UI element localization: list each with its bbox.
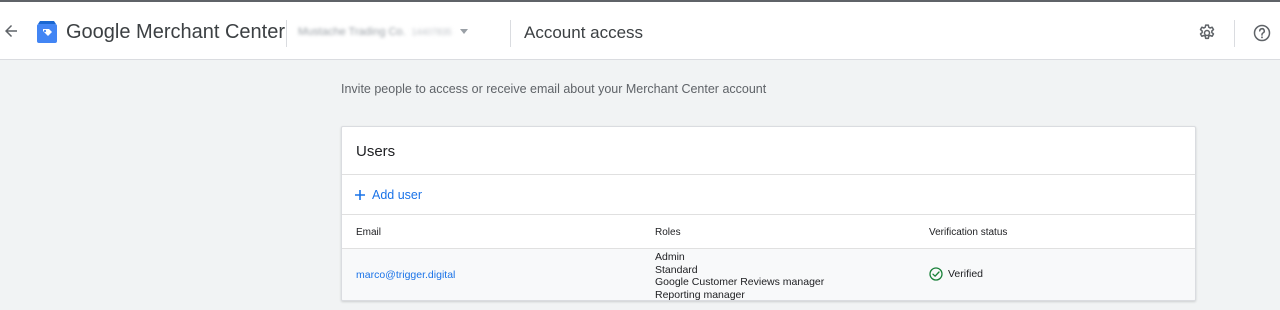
role-item: Google Customer Reviews manager — [655, 276, 825, 288]
account-selector[interactable]: Mustache Trading Co. 14407835 — [298, 26, 468, 38]
column-header-roles: Roles — [655, 227, 681, 238]
table-row[interactable]: marco@trigger.digital Admin Standard Goo… — [342, 249, 1195, 301]
users-table-header: Email Roles Verification status — [342, 215, 1195, 249]
page-title: Account access — [524, 23, 644, 42]
back-arrow-icon[interactable] — [2, 22, 20, 40]
users-card: Users Add user Email Roles Verification … — [341, 126, 1196, 301]
header-divider — [1234, 20, 1235, 47]
gear-icon[interactable] — [1197, 23, 1217, 43]
help-icon[interactable] — [1252, 23, 1272, 43]
page-description: Invite people to access or receive email… — [341, 82, 767, 96]
check-circle-icon — [929, 267, 943, 281]
add-user-button[interactable]: Add user — [342, 175, 1195, 215]
product-name: Google Merchant Center — [66, 21, 286, 43]
account-id: 14407835 — [411, 27, 452, 37]
chevron-down-icon — [459, 29, 468, 34]
header-divider — [510, 20, 511, 47]
column-header-email: Email — [356, 227, 382, 238]
header-divider — [286, 20, 287, 47]
merchant-center-logo — [37, 21, 57, 43]
verification-status: Verified — [929, 267, 983, 281]
verification-status-label: Verified — [948, 268, 984, 280]
role-item: Standard — [655, 263, 698, 276]
account-name: Mustache Trading Co. — [298, 26, 406, 38]
top-app-bar: Google Merchant Center Mustache Trading … — [0, 0, 1280, 60]
column-header-verification-status: Verification status — [929, 227, 1008, 238]
role-item: Admin — [655, 251, 685, 263]
user-email-link[interactable]: marco@trigger.digital — [356, 269, 455, 281]
add-user-label: Add user — [372, 187, 423, 202]
users-card-title: Users — [342, 127, 1195, 175]
role-item: Reporting manager — [655, 288, 745, 301]
plus-icon — [355, 189, 365, 200]
user-roles: Admin Standard Google Customer Reviews m… — [655, 251, 825, 301]
